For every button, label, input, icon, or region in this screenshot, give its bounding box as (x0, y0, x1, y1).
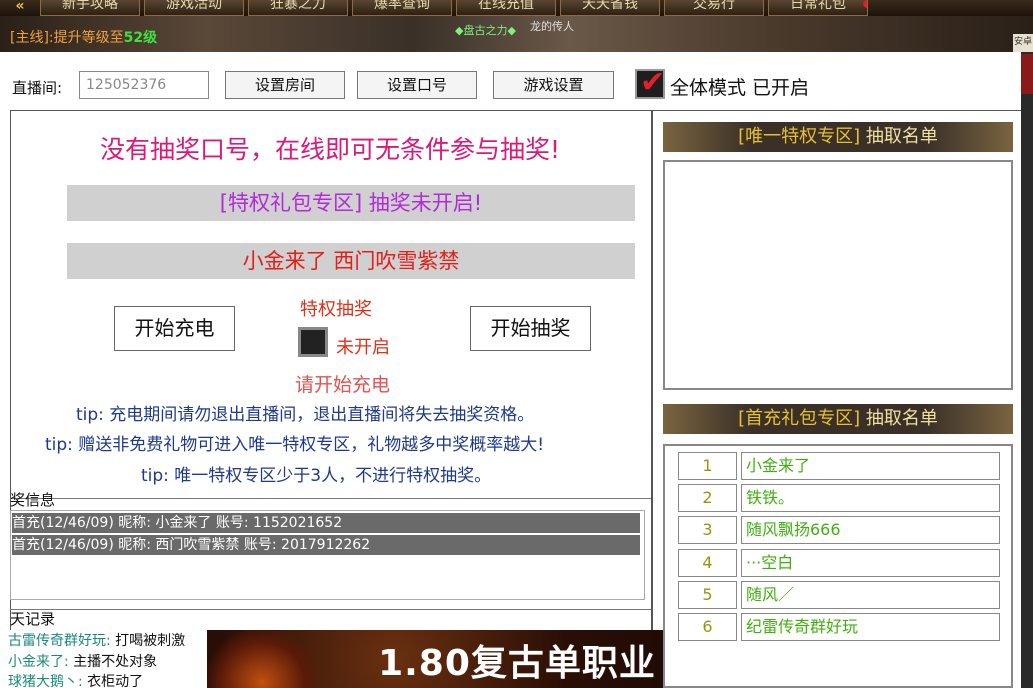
chat-message: 主播不处对象 (68, 654, 158, 670)
rank-number: 1 (678, 452, 737, 480)
privilege-lottery-label: 特权抽奖 (300, 299, 372, 320)
rank-number: 2 (678, 484, 737, 512)
nav-tab-savings[interactable]: 天天省钱 (560, 0, 660, 16)
tip-line: tip: 唯一特权专区少于3人，不进行特权抽奖。 (141, 466, 492, 486)
list-item[interactable]: 6 纪雷传奇群好玩 (678, 613, 1000, 641)
nav-tab-daily-gift[interactable]: 日常礼包 (768, 0, 868, 16)
prize-info-list[interactable]: 首充(12/46/09) 昵称: 小金来了 账号: 1152021652 首充(… (10, 510, 645, 600)
rank-name: 随风飘扬666 (741, 516, 1000, 544)
tip-line: tip: 赠送非免费礼物可进入唯一特权专区，礼物越多中奖概率越大! (45, 435, 545, 455)
privilege-lottery-state: 未开启 (336, 337, 390, 358)
nav-tab-drop-rates[interactable]: 爆率查询 (352, 0, 452, 16)
list-item[interactable]: 2 铁铁。 (678, 484, 1000, 512)
game-top-nav: « 新手攻略 游戏活动 狂暴之力 爆率查询 在线充值 天天省钱 交易行 日常礼包 (0, 0, 1033, 16)
set-room-button[interactable]: 设置房间 (225, 71, 345, 99)
chat-divider (10, 609, 651, 610)
nav-tab-events[interactable]: 游戏活动 (144, 0, 244, 16)
rank-name: 纪雷传奇群好玩 (741, 613, 1000, 641)
android-badge[interactable]: 安卓 (1013, 34, 1033, 52)
chat-line: 球猪大鹅丶: 衣柜动了 (8, 671, 143, 688)
chat-username: 古雷传奇群好玩: (8, 633, 111, 649)
tip-line: tip: 充电期间请勿退出直播间，退出直播间将失去抽奖资格。 (76, 405, 535, 425)
list-item[interactable]: 4 ···空白 (678, 549, 1000, 577)
nav-tab-recharge[interactable]: 在线充值 (456, 0, 556, 16)
global-mode-checkbox[interactable]: ✔ (635, 65, 665, 100)
rank-number: 3 (678, 516, 737, 544)
nav-tab-rage-power[interactable]: 狂暴之力 (248, 0, 348, 16)
prize-row: 首充(12/46/09) 昵称: 西门吹雪紫禁 账号: 2017912262 (12, 535, 640, 555)
dragon-heir-label: 龙的传人 (530, 20, 574, 33)
pangu-power-label: ◆盘古之力◆ (455, 24, 516, 37)
main-quest-tracker[interactable]: [主线]:提升等级至52级 (10, 27, 157, 47)
rank-number: 5 (678, 581, 737, 609)
lottery-headline: 没有抽奖口号，在线即可无条件参与抽奖! (99, 135, 561, 164)
prize-divider (10, 498, 651, 499)
nav-tab-newbie-guide[interactable]: 新手攻略 (40, 0, 140, 16)
list-item[interactable]: 1 小金来了 (678, 452, 1000, 480)
participant-names-bar: 小金来了 西门吹雪紫禁 (67, 243, 635, 279)
control-divider (10, 110, 1021, 111)
start-lottery-button[interactable]: 开始抽奖 (470, 306, 591, 351)
chat-username: 小金来了: (8, 654, 69, 670)
first-charge-list-box[interactable]: 1 小金来了 2 铁铁。 3 随风飘扬666 4 ···空白 5 随风／ 6 纪雷传奇群好玩 (663, 444, 1013, 688)
privilege-status-bar: [特权礼包专区] 抽奖未开启! (67, 185, 635, 221)
window-edge (1021, 52, 1033, 688)
rank-number: 4 (678, 549, 737, 577)
chat-log-title: 天记录 (10, 610, 56, 628)
notification-dot-icon (863, 0, 867, 8)
room-id-input[interactable] (79, 71, 209, 99)
nav-tab-daily-gift-label: 日常礼包 (790, 0, 846, 12)
first-charge-title-rest: 抽取名单 (860, 408, 938, 429)
control-bar: 直播间: 设置房间 设置口号 游戏设置 ✔ 全体模式 已开启 (0, 52, 1021, 110)
chat-message: 衣柜动了 (82, 674, 144, 688)
rank-name: ···空白 (741, 549, 1000, 577)
quest-level: 52级 (123, 30, 158, 46)
chat-line: 小金来了: 主播不处对象 (8, 651, 157, 671)
live-room-label: 直播间: (12, 79, 63, 97)
checkmark-icon: ✔ (640, 65, 666, 100)
game-settings-button[interactable]: 游戏设置 (493, 71, 614, 99)
first-charge-list-header: [首充礼包专区] 抽取名单 (663, 404, 1013, 434)
privilege-list-title-rest: 抽取名单 (860, 126, 938, 147)
window-edge-accent (1021, 54, 1033, 94)
quest-prefix: [主线]:提升等级至 (10, 30, 124, 46)
global-mode-label: 全体模式 已开启 (670, 77, 810, 99)
privilege-list-title-bracket: [唯一特权专区] (738, 126, 861, 147)
chat-line: 古雷传奇群好玩: 打喝被刺激 (8, 630, 185, 650)
prize-info-title: 奖信息 (10, 491, 56, 509)
rank-name: 随风／ (741, 581, 1000, 609)
live-lottery-window: 直播间: 设置房间 设置口号 游戏设置 ✔ 全体模式 已开启 没有抽奖口号，在线… (0, 52, 1033, 688)
rank-number: 6 (678, 613, 737, 641)
rank-name: 小金来了 (741, 452, 1000, 480)
set-password-button[interactable]: 设置口号 (357, 71, 477, 99)
privilege-lottery-checkbox[interactable] (298, 327, 328, 357)
please-charge-hint: 请开始充电 (295, 374, 391, 396)
game-scene-strip: [主线]:提升等级至52级 ◆盘古之力◆ 龙的传人 安卓 (0, 16, 1033, 52)
collapse-arrows-icon[interactable]: « (0, 0, 40, 16)
panel-divider (651, 110, 653, 688)
first-charge-title-bracket: [首充礼包专区] (738, 408, 861, 429)
app-root: « 新手攻略 游戏活动 狂暴之力 爆率查询 在线充值 天天省钱 交易行 日常礼包… (0, 0, 1033, 688)
nav-tab-trade[interactable]: 交易行 (664, 0, 764, 16)
chat-message: 打喝被刺激 (110, 633, 186, 649)
privilege-list-box[interactable] (663, 160, 1013, 390)
start-charge-button[interactable]: 开始充电 (114, 306, 235, 351)
list-item[interactable]: 3 随风飘扬666 (678, 516, 1000, 544)
prize-row: 首充(12/46/09) 昵称: 小金来了 账号: 1152021652 (12, 513, 640, 533)
rank-name: 铁铁。 (741, 484, 1000, 512)
list-item[interactable]: 5 随风／ (678, 581, 1000, 609)
chat-username: 球猪大鹅丶: (8, 674, 83, 688)
privilege-list-header: [唯一特权专区] 抽取名单 (663, 122, 1013, 152)
